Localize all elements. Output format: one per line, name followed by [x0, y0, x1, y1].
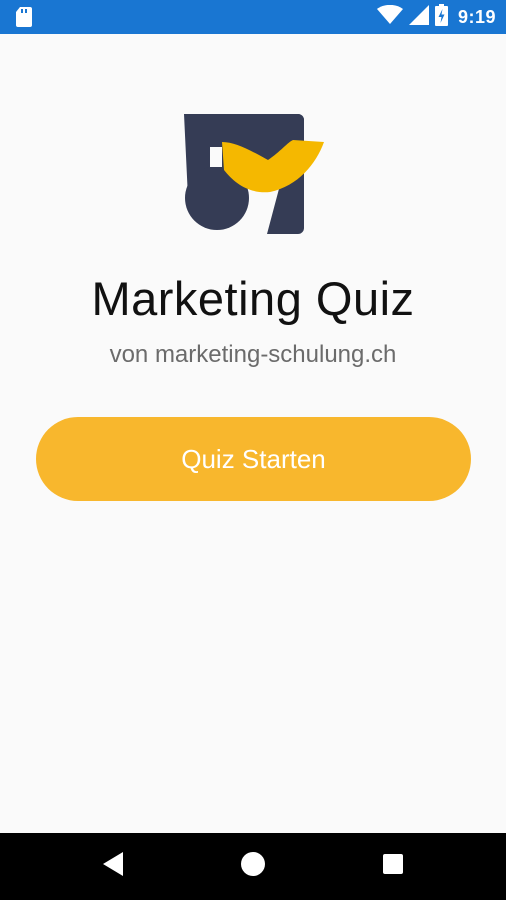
- main-content: Marketing Quiz von marketing-schulung.ch…: [0, 34, 506, 833]
- clock: 9:19: [457, 6, 496, 27]
- app-title: Marketing Quiz: [91, 272, 415, 325]
- wifi-icon: [376, 4, 403, 30]
- start-quiz-button[interactable]: Quiz Starten: [36, 417, 471, 501]
- sd-card-icon: [16, 7, 32, 32]
- navigation-bar: [0, 833, 506, 900]
- back-button[interactable]: [73, 833, 153, 900]
- recents-icon: [382, 853, 404, 880]
- home-button[interactable]: [213, 833, 293, 900]
- home-icon: [240, 851, 266, 882]
- back-icon: [101, 851, 125, 882]
- recents-button[interactable]: [353, 833, 433, 900]
- battery-charging-icon: [434, 3, 448, 31]
- status-bar: 9:19: [0, 0, 506, 34]
- cell-signal-icon: [408, 4, 429, 30]
- app-logo-icon: [180, 112, 330, 238]
- app-subtitle: von marketing-schulung.ch: [109, 341, 397, 368]
